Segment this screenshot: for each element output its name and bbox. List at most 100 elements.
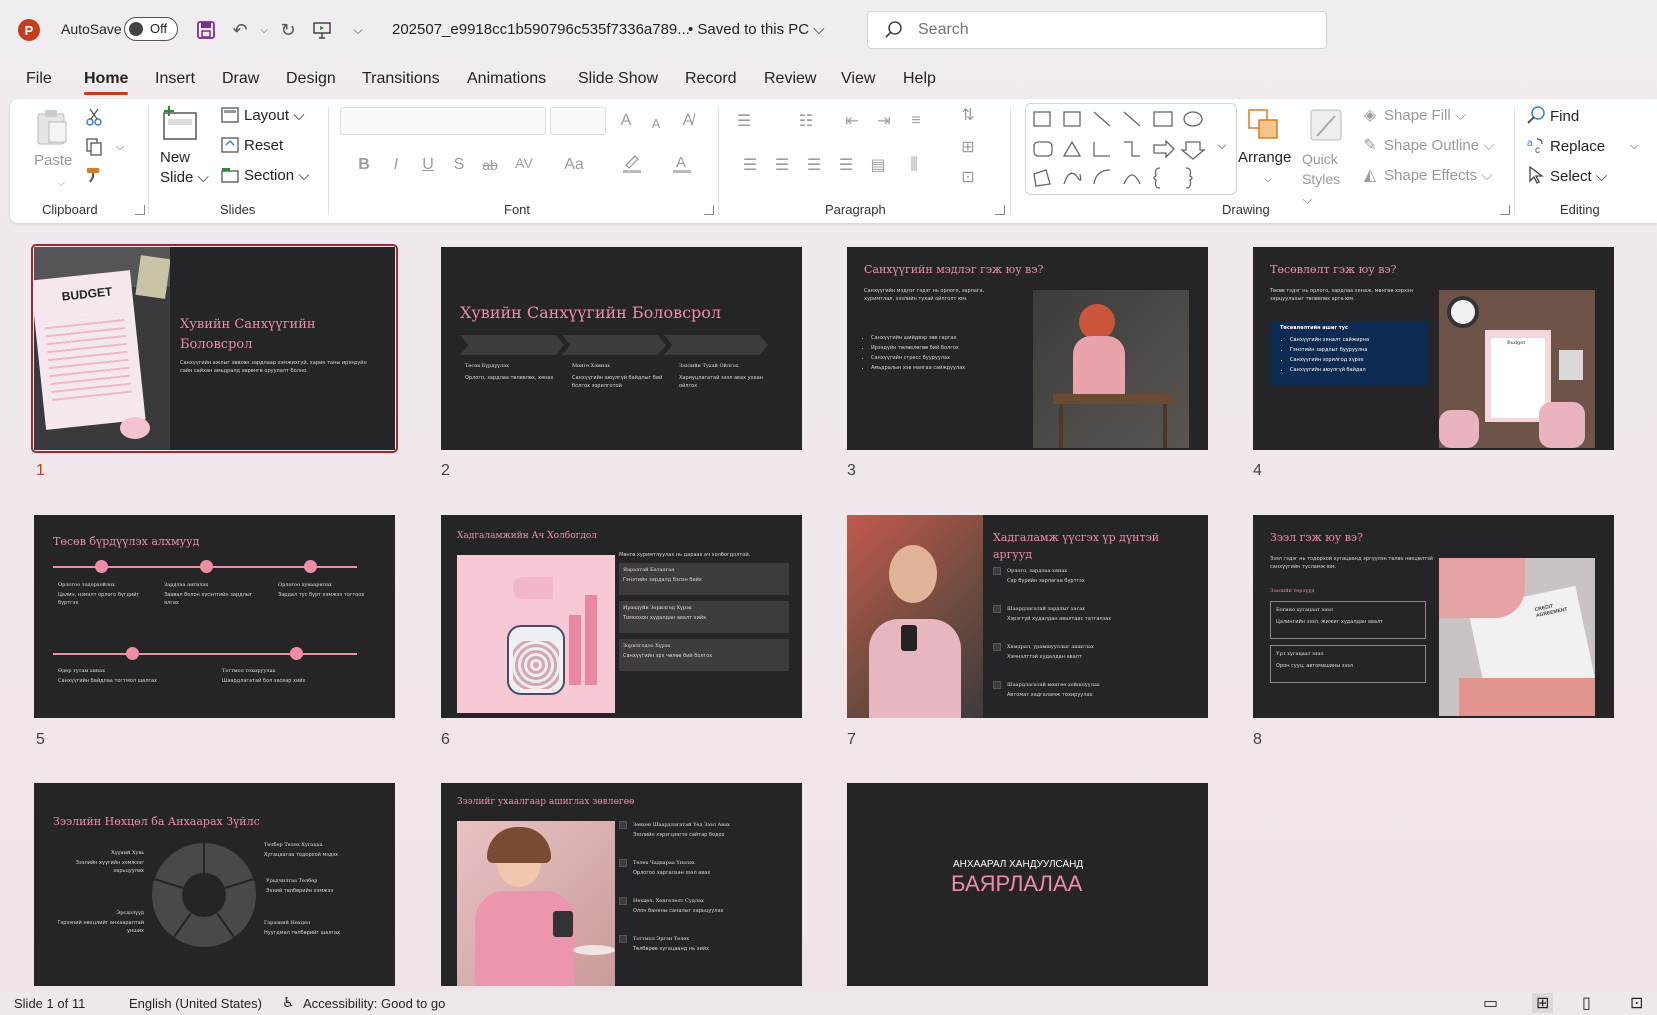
paste-button[interactable]: Paste <box>34 152 72 169</box>
slide-thumbnail-5[interactable]: Төсөв бүрдүүлэх алхмууд Орлогоо тодорхой… <box>34 515 395 718</box>
align-text-icon[interactable]: ⊞ <box>956 135 980 159</box>
increase-indent-icon[interactable]: ⇥ <box>872 109 896 133</box>
search-box[interactable] <box>867 11 1327 49</box>
columns-icon[interactable]: ⫼ <box>902 153 926 177</box>
shape-effects-button[interactable]: Shape Effects ⌵ <box>1384 167 1493 184</box>
section-icon[interactable] <box>218 163 242 187</box>
align-center-icon[interactable]: ☰ <box>770 153 794 177</box>
tab-design[interactable]: Design <box>286 70 336 88</box>
customize-toolbar-icon[interactable]: ⌵ <box>346 18 370 42</box>
present-icon[interactable] <box>310 18 334 42</box>
shapes-gallery[interactable] <box>1025 103 1237 195</box>
undo-icon[interactable]: ↶ <box>228 18 252 42</box>
tab-home[interactable]: Home <box>84 70 129 95</box>
select-icon[interactable] <box>1524 163 1548 187</box>
slide-thumbnail-6[interactable]: Хадгаламжийн Ач Холбогдол Мөнгө хуримтлу… <box>441 515 802 718</box>
tab-view[interactable]: View <box>841 70 875 88</box>
shape-fill-icon[interactable]: ◈ <box>1358 103 1382 127</box>
copy-dropdown-icon[interactable]: ⌵ <box>108 135 132 159</box>
new-slide-label[interactable]: New <box>160 149 190 166</box>
decrease-indent-icon[interactable]: ⇤ <box>840 109 864 133</box>
saved-status[interactable]: • Saved to this PC ⌵ <box>688 21 825 38</box>
tab-review[interactable]: Review <box>764 70 816 88</box>
paragraph-launcher-icon[interactable] <box>995 205 1005 215</box>
paste-icon[interactable] <box>34 107 70 147</box>
numbering-icon[interactable]: ☷ <box>794 109 818 133</box>
copy-icon[interactable] <box>82 135 106 159</box>
shape-effects-icon[interactable]: ◭ <box>1358 163 1382 187</box>
undo-dropdown-icon[interactable]: ⌵ <box>252 18 276 42</box>
clipboard-launcher-icon[interactable] <box>135 205 145 215</box>
line-spacing-icon[interactable]: ≡ <box>904 109 928 133</box>
shape-fill-button[interactable]: Shape Fill ⌵ <box>1384 107 1466 124</box>
layout-button[interactable]: Layout ⌵ <box>244 107 305 124</box>
reading-view-icon[interactable]: ▯ <box>1582 993 1591 1013</box>
smartart-icon[interactable]: ⊡ <box>956 165 980 189</box>
tab-file[interactable]: File <box>26 70 52 88</box>
underline-button[interactable]: U <box>416 153 440 177</box>
align-left-icon[interactable]: ☰ <box>738 153 762 177</box>
character-spacing-button[interactable]: AV <box>512 151 536 175</box>
font-color-icon[interactable]: A <box>670 151 694 175</box>
replace-icon[interactable]: ac <box>1524 133 1548 157</box>
slide-thumbnail-8[interactable]: Зээл гэж юу вэ? Зээл гэдэг нь тодорхой х… <box>1253 515 1614 718</box>
slideshow-view-icon[interactable]: ⊡ <box>1630 993 1643 1013</box>
shape-outline-icon[interactable]: ✎ <box>1358 133 1382 157</box>
tab-slide-show[interactable]: Slide Show <box>578 70 658 88</box>
slide-sorter-view-icon[interactable]: ⊞ <box>1532 993 1554 1013</box>
layout-icon[interactable] <box>218 103 242 127</box>
font-name-combo[interactable] <box>340 107 546 135</box>
replace-button[interactable]: Replace <box>1550 138 1605 155</box>
bullets-icon[interactable]: ☰ <box>732 109 756 133</box>
paste-dropdown-icon[interactable]: ⌵ <box>49 171 73 195</box>
search-input[interactable] <box>918 18 1298 42</box>
highlight-icon[interactable] <box>620 151 644 175</box>
new-slide-dropdown[interactable]: Slide ⌵ <box>160 169 209 186</box>
slide-count[interactable]: Slide 1 of 11 <box>14 996 85 1011</box>
accessibility-icon[interactable]: ♿ <box>282 994 295 1011</box>
font-launcher-icon[interactable] <box>704 205 714 215</box>
slide-thumbnail-10[interactable]: Зээлийг ухаалгаар ашиглах зөвлөгөө Зөвхө… <box>441 783 802 986</box>
select-button[interactable]: Select ⌵ <box>1550 168 1607 185</box>
change-case-button[interactable]: Aa <box>562 153 586 177</box>
slide-thumbnail-2[interactable]: Хувийн Санхүүгийн Боловсрол Төсөв Бүрдүү… <box>441 247 802 450</box>
replace-dropdown-icon[interactable]: ⌵ <box>1622 134 1646 158</box>
slide-thumbnail-4[interactable]: Төсөвлөлт гэж юу вэ? Төсөв гэдэг нь орло… <box>1253 247 1614 450</box>
align-right-icon[interactable]: ☰ <box>802 153 826 177</box>
reset-icon[interactable] <box>218 133 242 157</box>
normal-view-icon[interactable]: ▭ <box>1483 993 1498 1013</box>
arrange-button[interactable]: Arrange <box>1238 149 1291 166</box>
grow-font-button[interactable]: A <box>614 109 638 133</box>
text-shadow-button[interactable]: S <box>447 153 471 177</box>
reset-button[interactable]: Reset <box>244 137 283 154</box>
find-button[interactable]: Find <box>1550 108 1579 125</box>
clear-formatting-icon[interactable]: A̸ <box>676 109 700 133</box>
slide-thumbnail-3[interactable]: Санхүүгийн мэдлэг гэж юу вэ? Санхүүгийн … <box>847 247 1208 450</box>
font-size-combo[interactable] <box>550 107 606 135</box>
slide-thumbnail-9[interactable]: Зээлийн Нөхцөл ба Анхаарах Зүйлс Хүүний … <box>34 783 395 986</box>
new-slide-icon[interactable] <box>160 103 200 143</box>
redo-icon[interactable]: ↻ <box>276 18 300 42</box>
tab-transitions[interactable]: Transitions <box>362 70 440 88</box>
accessibility-status[interactable]: Accessibility: Good to go <box>303 996 445 1011</box>
slide-thumbnail-11[interactable]: АНХААРАЛ ХАНДУУЛСАНД БАЯРЛАЛАА <box>847 783 1208 986</box>
strikethrough-button[interactable]: ab <box>478 153 502 177</box>
justify-icon[interactable]: ☰ <box>834 153 858 177</box>
autosave-toggle[interactable]: Off <box>124 17 178 41</box>
shrink-font-button[interactable]: A <box>644 111 668 135</box>
section-button[interactable]: Section ⌵ <box>244 167 310 184</box>
tab-record[interactable]: Record <box>685 70 737 88</box>
tab-insert[interactable]: Insert <box>155 70 195 88</box>
shape-outline-button[interactable]: Shape Outline ⌵ <box>1384 137 1495 154</box>
arrange-dropdown-icon[interactable]: ⌵ <box>1256 167 1280 191</box>
drawing-launcher-icon[interactable] <box>1500 205 1510 215</box>
quick-styles-button[interactable]: Quick Styles ⌵ <box>1302 149 1352 209</box>
tab-draw[interactable]: Draw <box>222 70 259 88</box>
bold-button[interactable]: B <box>352 153 376 177</box>
quick-styles-icon[interactable] <box>1306 105 1346 145</box>
save-icon[interactable] <box>194 18 218 42</box>
cut-icon[interactable] <box>82 105 106 129</box>
find-icon[interactable] <box>1524 103 1548 127</box>
document-title[interactable]: 202507_e9918cc1b590796c535f7336a789... <box>392 21 690 38</box>
arrange-icon[interactable] <box>1244 105 1284 145</box>
